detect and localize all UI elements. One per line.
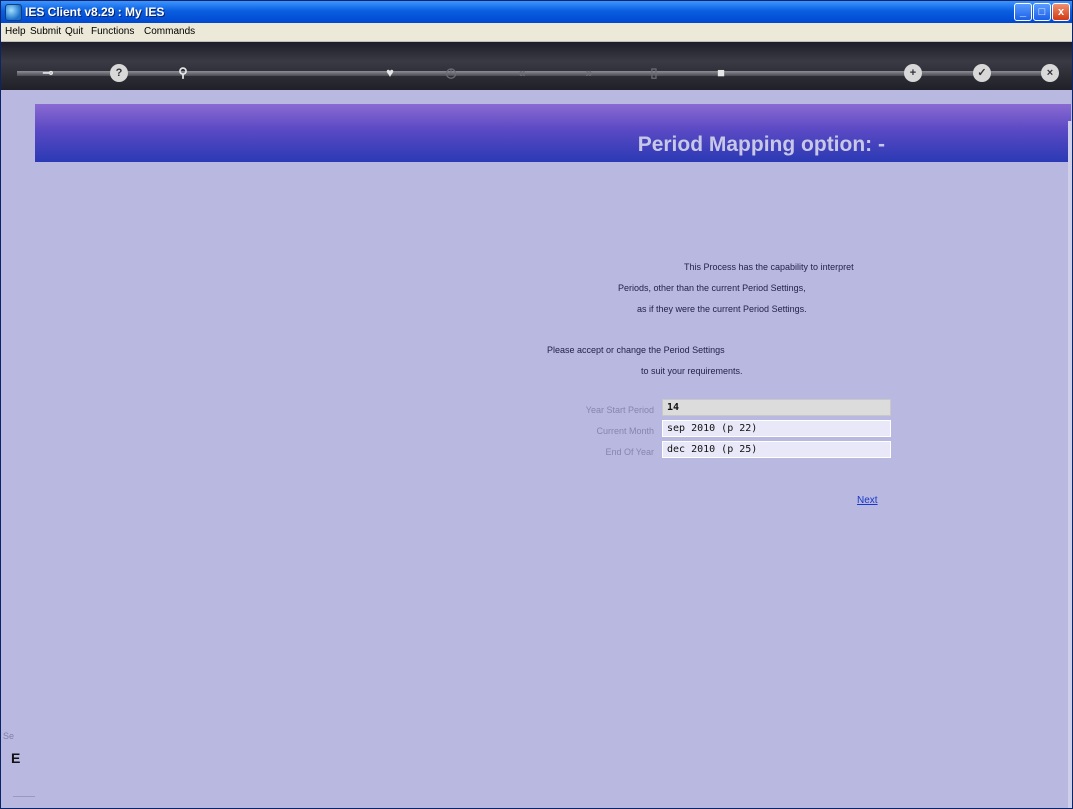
title-bar: IES Client v8.29 : My IES _ □ x <box>1 1 1072 23</box>
current-month-field[interactable]: sep 2010 (p 22) <box>662 420 891 437</box>
menu-quit[interactable]: Quit <box>65 26 83 37</box>
menu-bar: Help Submit Quit Functions Commands <box>1 23 1072 42</box>
year-start-period-field[interactable]: 14 <box>662 399 891 416</box>
info-line: This Process has the capability to inter… <box>684 262 854 272</box>
help-icon[interactable]: ? <box>110 64 128 82</box>
clock-icon[interactable]: ◷ <box>442 64 460 82</box>
window-title: IES Client v8.29 : My IES <box>25 5 165 19</box>
toolbar: ⊸ ? ⚲ ♥ ◷ « » ▯ ■ + ✓ × <box>1 42 1072 90</box>
menu-submit[interactable]: Submit <box>30 26 61 37</box>
divider <box>13 796 35 797</box>
side-panel-letter: E <box>11 750 21 766</box>
app-icon <box>5 4 22 21</box>
key-icon[interactable]: ⊸ <box>35 64 61 82</box>
side-panel-label: Se <box>3 731 15 741</box>
menu-functions[interactable]: Functions <box>91 26 134 37</box>
page-title: Period Mapping option: - <box>637 133 885 156</box>
settings-icon[interactable]: + <box>904 64 922 82</box>
close-button[interactable]: x <box>1052 3 1070 21</box>
stop-icon[interactable]: ■ <box>712 64 730 82</box>
heart-icon[interactable]: ♥ <box>381 64 399 82</box>
fast-forward-icon[interactable]: » <box>580 64 598 82</box>
toolbar-rail <box>17 71 1057 76</box>
instruction-line: Please accept or change the Period Setti… <box>547 345 725 355</box>
menu-commands[interactable]: Commands <box>144 26 195 37</box>
maximize-button[interactable]: □ <box>1033 3 1051 21</box>
end-of-year-label: End Of Year <box>605 447 654 457</box>
app-window: IES Client v8.29 : My IES _ □ x Help Sub… <box>0 0 1073 809</box>
next-link[interactable]: Next <box>857 495 878 506</box>
menu-help[interactable]: Help <box>5 26 26 37</box>
close-icon[interactable]: × <box>1041 64 1059 82</box>
end-of-year-field[interactable]: dec 2010 (p 25) <box>662 441 891 458</box>
current-month-label: Current Month <box>596 426 654 436</box>
header-banner: Period Mapping option: - <box>35 104 1071 162</box>
search-icon[interactable]: ⚲ <box>174 64 192 82</box>
rewind-icon[interactable]: « <box>513 64 531 82</box>
minimize-button[interactable]: _ <box>1014 3 1032 21</box>
trash-icon[interactable]: ▯ <box>645 64 663 82</box>
side-panel-fragment: Se E <box>1 722 35 808</box>
year-start-period-label: Year Start Period <box>585 405 654 415</box>
info-line: Periods, other than the current Period S… <box>618 283 806 293</box>
info-line: as if they were the current Period Setti… <box>637 304 807 314</box>
scroll-edge <box>1068 121 1072 808</box>
check-icon[interactable]: ✓ <box>973 64 991 82</box>
instruction-line: to suit your requirements. <box>641 366 743 376</box>
